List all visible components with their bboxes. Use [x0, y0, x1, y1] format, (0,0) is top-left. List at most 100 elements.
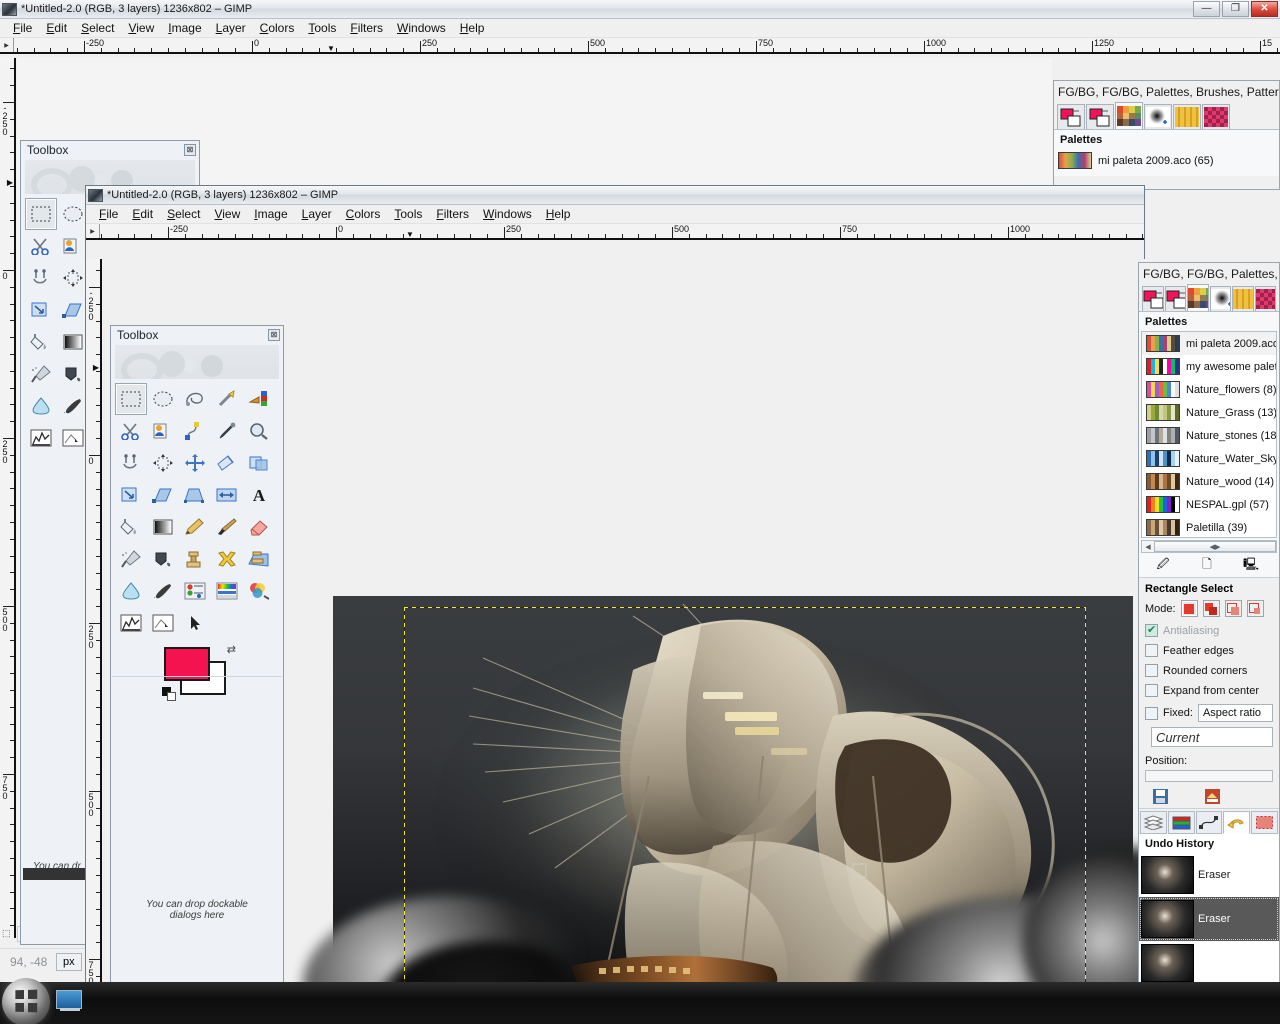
menubar-front[interactable]: File Edit Select View Image Layer Colors Tools F…: [86, 205, 1144, 224]
menu-item-filters[interactable]: Filters: [429, 205, 476, 223]
aspect-ratio-input[interactable]: Current: [1151, 727, 1273, 747]
menu-item-help[interactable]: Help: [453, 19, 492, 37]
canvas-artwork[interactable]: [303, 596, 1146, 1024]
feather-edges-checkbox[interactable]: [1145, 644, 1158, 657]
intersect-mode-button[interactable]: [1246, 600, 1264, 617]
titlebar-front[interactable]: *Untitled-2.0 (RGB, 3 layers) 1236x802 –…: [86, 186, 1144, 205]
right-dock-back[interactable]: FG/BG, FG/BG, Palettes, Brushes, Pattern…: [1053, 80, 1280, 190]
color-picker-tool[interactable]: [211, 415, 243, 447]
airbrush-tool[interactable]: [115, 543, 147, 575]
alignment-tool[interactable]: [179, 447, 211, 479]
levels-tool[interactable]: [211, 575, 243, 607]
curves-tool[interactable]: [243, 575, 275, 607]
select-indicator-back[interactable]: ⬚: [2, 928, 14, 940]
healing-tool[interactable]: [211, 543, 243, 575]
text-tool[interactable]: A: [243, 479, 275, 511]
palette-buttons-row[interactable]: 🖉 🗋 🖳: [1139, 553, 1279, 578]
eraser-tool[interactable]: [243, 511, 275, 543]
palettes-list[interactable]: mi paleta 2009.aco (65) my awesome palett…: [1141, 331, 1277, 538]
histogram-tool[interactable]: [147, 607, 179, 639]
duplicate-palette-icon[interactable]: 🖳: [1229, 556, 1273, 574]
menu-item-colors[interactable]: Colors: [253, 19, 302, 37]
menu-item-tools[interactable]: Tools: [301, 19, 343, 37]
menu-item-edit[interactable]: Edit: [125, 205, 160, 223]
palettes-scroll-thumb[interactable]: ◀▶: [1154, 541, 1276, 552]
paths-tab[interactable]: [1195, 811, 1223, 834]
rect-select-tool[interactable]: [115, 383, 147, 415]
brushes-tab[interactable]: [1209, 286, 1231, 311]
ruler-horizontal-front[interactable]: -250025050075010001250▼: [86, 224, 1144, 240]
ink-tool[interactable]: [147, 543, 179, 575]
posterize-tool[interactable]: [25, 422, 57, 454]
ratio-field-wrap[interactable]: Current: [1139, 723, 1279, 747]
fixed-row[interactable]: Fixed: Aspect ratio: [1139, 698, 1279, 723]
scissors-select-tool[interactable]: [115, 415, 147, 447]
menu-item-tools[interactable]: Tools: [387, 205, 429, 223]
ruler-horizontal-back[interactable]: -250 0 250 500 750 1000 1250 15 ▼: [0, 38, 1280, 54]
antialiasing-row[interactable]: Antialiasing: [1139, 618, 1279, 638]
selection-editor-tab[interactable]: [1251, 811, 1278, 834]
scale-tool[interactable]: [25, 294, 57, 326]
restore-options-icon[interactable]: [1203, 788, 1221, 804]
menu-item-image[interactable]: Image: [161, 19, 208, 37]
pointer-tool[interactable]: [179, 607, 211, 639]
new-palette-icon[interactable]: 🗋: [1185, 556, 1229, 574]
paintbrush-tool[interactable]: [211, 511, 243, 543]
measure-tool[interactable]: [115, 447, 147, 479]
fgbg-tab-2[interactable]: [1086, 104, 1114, 129]
replace-mode-button[interactable]: [1180, 600, 1198, 617]
palette-list-item[interactable]: Nature_flowers (8): [1142, 378, 1276, 401]
blur-sharpen-tool[interactable]: [115, 575, 147, 607]
perspective-tool[interactable]: [179, 479, 211, 511]
undo-history-item[interactable]: [1139, 941, 1279, 985]
patterns-tab[interactable]: [1173, 104, 1201, 129]
foreground-select-tool[interactable]: [147, 415, 179, 447]
dockable-drop-area[interactable]: You can drop dockable dialogs here: [112, 676, 282, 1023]
bucket-fill-tool[interactable]: [25, 326, 57, 358]
scissors-select-tool[interactable]: [25, 230, 57, 262]
position-slider[interactable]: [1145, 770, 1273, 782]
palette-list-item[interactable]: Nature_wood (14): [1142, 470, 1276, 493]
subtract-mode-button[interactable]: [1224, 600, 1242, 617]
rotate-tool[interactable]: [243, 447, 275, 479]
restore-button[interactable]: ❐: [1222, 1, 1249, 17]
menu-item-filters[interactable]: Filters: [343, 19, 390, 37]
undo-history-tab[interactable]: [1223, 811, 1251, 834]
palette-list-item[interactable]: my awesome palette: [1142, 355, 1276, 378]
menu-item-colors[interactable]: Colors: [339, 205, 388, 223]
palette-list-item[interactable]: Nature_Water_Sky (10): [1142, 447, 1276, 470]
palette-list-item[interactable]: Paletilla (39): [1142, 516, 1276, 537]
fixed-checkbox[interactable]: [1145, 706, 1158, 720]
menu-item-image[interactable]: Image: [247, 205, 294, 223]
palette-row-back[interactable]: mi paleta 2009.aco (65): [1054, 149, 1279, 172]
ellipse-select-tool[interactable]: [147, 383, 179, 415]
tool-options-panel[interactable]: Rectangle Select Mode: Antialiasing Feat…: [1139, 578, 1279, 808]
edit-palette-icon[interactable]: 🖉: [1141, 556, 1185, 574]
toolbox-header-back[interactable]: Toolbox ⊠: [21, 141, 199, 158]
menu-item-view[interactable]: View: [207, 205, 247, 223]
toolbox-header-front[interactable]: Toolbox ⊠: [111, 326, 283, 343]
shear-tool[interactable]: [147, 479, 179, 511]
menu-item-select[interactable]: Select: [160, 205, 207, 223]
ruler-origin-button-front[interactable]: [86, 224, 100, 238]
expand-row[interactable]: Expand from center: [1139, 678, 1279, 698]
menu-item-edit[interactable]: Edit: [39, 19, 74, 37]
flip-tool[interactable]: [211, 479, 243, 511]
undo-history-item[interactable]: Eraser: [1139, 897, 1279, 941]
perspective-clone-tool[interactable]: [243, 543, 275, 575]
airbrush-tool[interactable]: [25, 358, 57, 390]
antialiasing-checkbox[interactable]: [1145, 623, 1158, 637]
mode-row[interactable]: Mode:: [1139, 599, 1279, 618]
clone-tool[interactable]: [179, 543, 211, 575]
menu-item-help[interactable]: Help: [539, 205, 578, 223]
menu-item-windows[interactable]: Windows: [390, 19, 453, 37]
bucket-fill-tool[interactable]: [115, 511, 147, 543]
swap-colors-icon[interactable]: ⇄: [227, 643, 236, 656]
palettes-tab[interactable]: [1115, 102, 1143, 129]
patterns-tab[interactable]: [1232, 286, 1254, 311]
add-mode-button[interactable]: [1202, 600, 1220, 617]
paths-tool[interactable]: [179, 415, 211, 447]
palettes-hscrollbar[interactable]: ◀ ◀▶: [1141, 540, 1277, 553]
measure-tool[interactable]: [25, 262, 57, 294]
fixed-combo[interactable]: Aspect ratio: [1197, 704, 1273, 722]
